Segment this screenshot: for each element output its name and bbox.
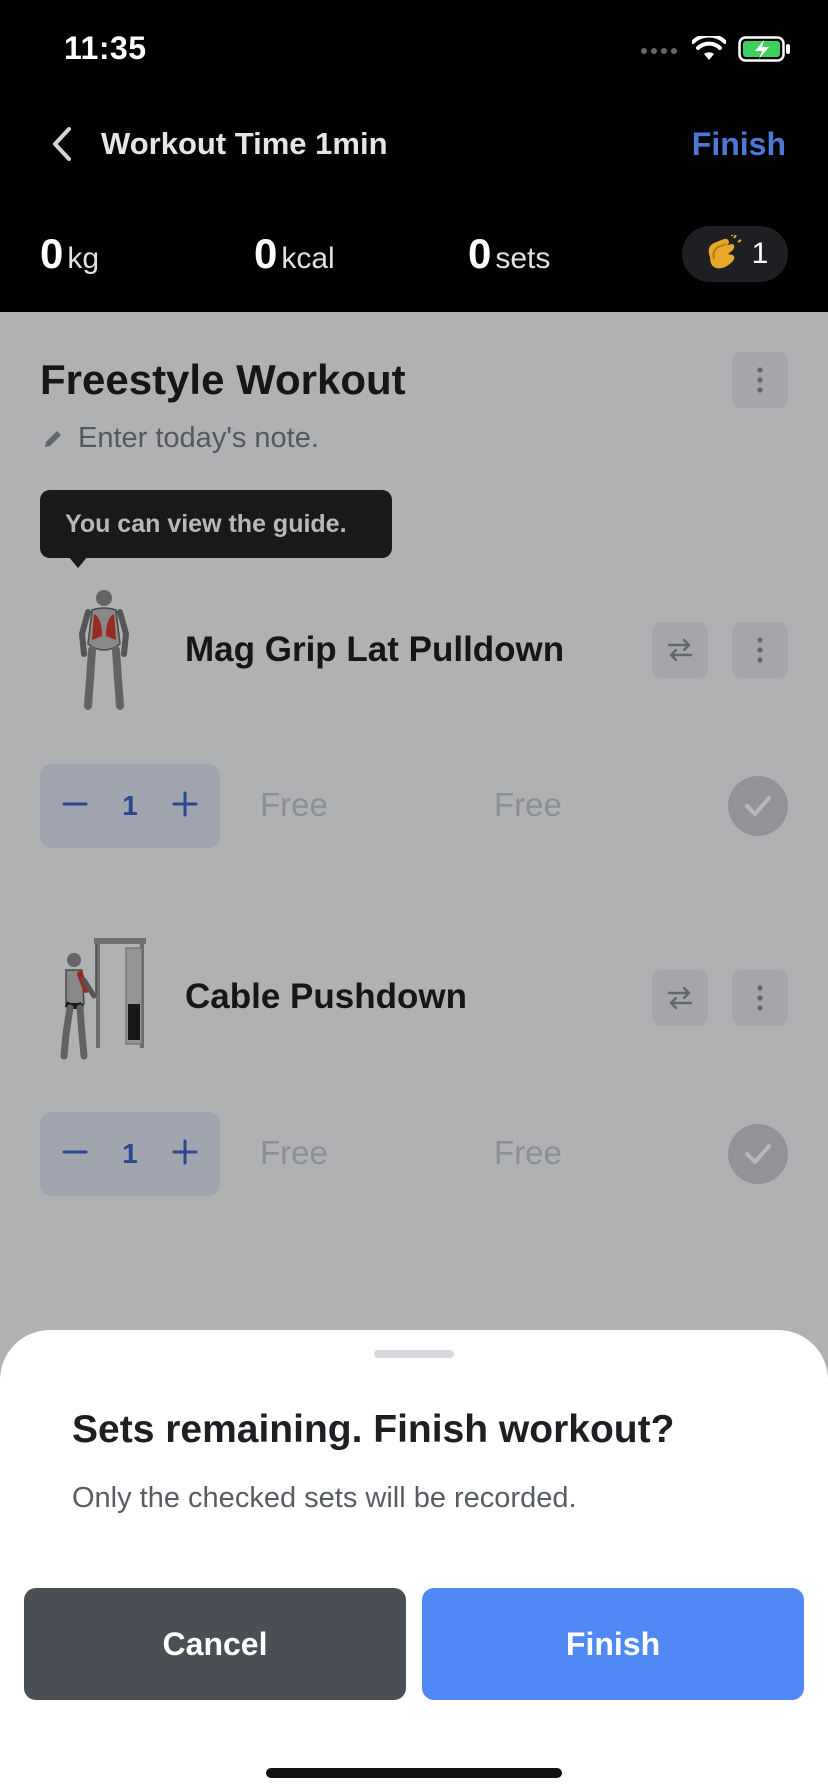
clapping-hands-icon [708, 235, 742, 269]
status-time: 11:35 [64, 30, 147, 66]
back-button[interactable] [40, 122, 84, 166]
sheet-subtitle: Only the checked sets will be recorded. [72, 1482, 577, 1514]
clap-button[interactable]: 1 [682, 226, 788, 282]
weight-stat: 0 kg [40, 230, 99, 278]
finish-confirm-sheet: Sets remaining. Finish workout? Only the… [0, 1330, 828, 1792]
battery-charging-icon [738, 36, 790, 62]
status-icons [640, 36, 792, 62]
stats-bar: 0 kg 0 kcal 0 sets 1 [0, 212, 828, 312]
sets-unit: sets [495, 242, 551, 275]
top-navigation-bar: Workout Time 1min Finish [0, 100, 828, 212]
home-indicator [266, 1768, 562, 1778]
sets-value: 0 [468, 230, 492, 277]
signal-icon [641, 48, 677, 54]
wifi-icon [692, 36, 726, 60]
cancel-button[interactable]: Cancel [24, 1588, 406, 1700]
clap-count: 1 [751, 237, 769, 270]
chevron-left-icon [53, 127, 71, 161]
weight-value: 0 [40, 230, 64, 277]
calories-value: 0 [254, 230, 278, 277]
finish-button[interactable]: Finish [422, 1588, 804, 1700]
status-bar: 11:35 [0, 0, 828, 100]
workout-time-label: Workout Time 1min [101, 126, 388, 161]
sheet-title: Sets remaining. Finish workout? [72, 1408, 675, 1451]
finish-header-button[interactable]: Finish [692, 126, 786, 163]
weight-unit: kg [67, 242, 100, 275]
sheet-grabber[interactable] [374, 1350, 454, 1358]
calories-unit: kcal [281, 242, 335, 275]
sets-stat: 0 sets [468, 230, 550, 278]
calories-stat: 0 kcal [254, 230, 335, 278]
